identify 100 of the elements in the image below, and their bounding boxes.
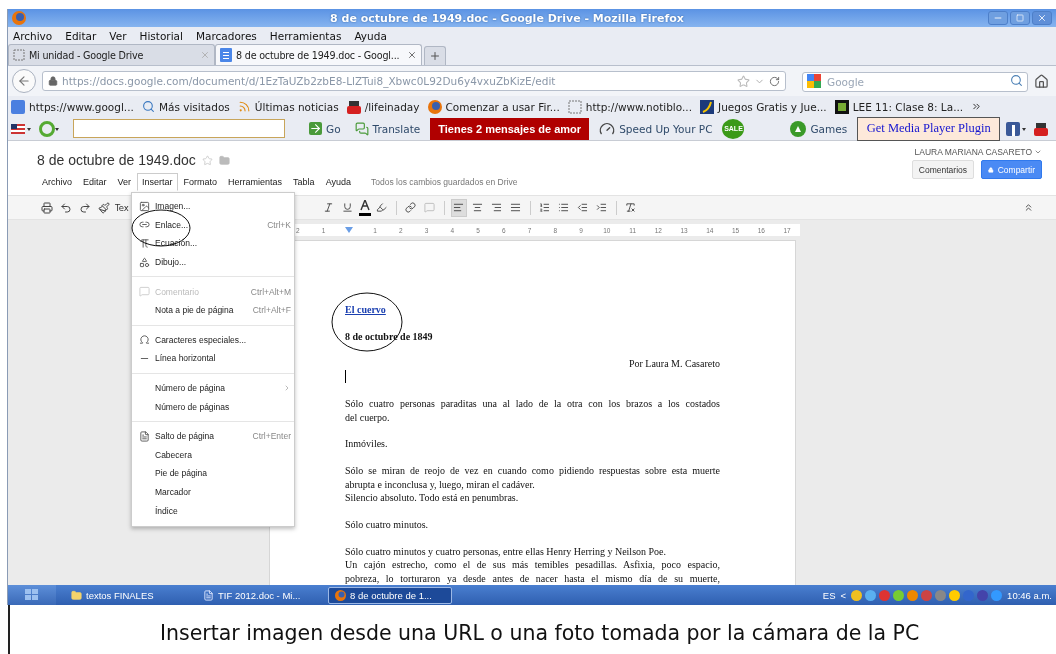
user-menu[interactable]: LAURA MARIANA CASARETO bbox=[914, 147, 1042, 157]
document-icon bbox=[203, 589, 214, 601]
search-field[interactable]: Google bbox=[802, 72, 1028, 92]
window-title: 8 de octubre de 1949.doc - Google Drive - Mozilla Firefox bbox=[329, 11, 685, 25]
italic-icon[interactable] bbox=[323, 202, 335, 213]
menu-item[interactable]: Ver bbox=[109, 29, 127, 42]
numbered-list-icon[interactable] bbox=[539, 202, 551, 213]
menu-item[interactable]: Archivo bbox=[13, 29, 53, 42]
lock-icon bbox=[988, 165, 994, 174]
print-icon[interactable] bbox=[41, 201, 53, 214]
bookmark[interactable]: LEE 11: Clase 8: La... bbox=[834, 99, 964, 114]
menu-item[interactable]: Pie de página bbox=[132, 464, 294, 483]
arrow-right-icon bbox=[309, 122, 322, 135]
shapes-icon bbox=[138, 256, 150, 268]
bookmark[interactable]: https://www.googl... bbox=[11, 99, 134, 114]
browser-tab[interactable]: Mi unidad - Google Drive bbox=[8, 44, 215, 65]
close-icon bbox=[1037, 13, 1047, 23]
taskbar-item[interactable]: 8 de octubre de 1... bbox=[328, 586, 452, 604]
close-icon[interactable] bbox=[407, 50, 417, 60]
menu-item[interactable]: Imagen... bbox=[132, 197, 294, 216]
bookmark[interactable]: http://www.notiblo... bbox=[567, 99, 693, 114]
browser-tab[interactable]: 8 de octubre de 1949.doc - Googl... bbox=[215, 44, 422, 65]
menu-item[interactable]: Marcadores bbox=[195, 29, 257, 42]
square-icon[interactable] bbox=[1006, 121, 1029, 136]
close-button[interactable] bbox=[1032, 11, 1052, 25]
toolbar-search-field[interactable] bbox=[73, 119, 285, 138]
lock-icon bbox=[48, 76, 58, 86]
star-icon[interactable] bbox=[737, 74, 750, 88]
menu-item[interactable]: Cabecera bbox=[132, 445, 294, 465]
paint-format-icon[interactable] bbox=[98, 201, 110, 214]
blank-page-icon bbox=[13, 49, 25, 61]
underline-icon[interactable] bbox=[342, 202, 354, 213]
text-color-icon[interactable] bbox=[358, 199, 371, 216]
increase-indent-icon[interactable] bbox=[596, 202, 608, 213]
start-button[interactable] bbox=[8, 585, 56, 605]
paragraph: Sólo se miran de reojo de vez en cuando como pidiendo respuestas sobre esta muerte abrupta e inconclusa y, luego, miran el cadáver. bbox=[345, 464, 720, 492]
save-status: Todos los cambios guardados en Drive bbox=[371, 177, 518, 187]
comments-button[interactable]: Comentarios bbox=[911, 160, 974, 179]
tray-icons-drawing[interactable] bbox=[851, 589, 1003, 601]
menu-item[interactable]: Dibujo... bbox=[132, 252, 294, 272]
menu-item[interactable]: Insertar bbox=[137, 173, 178, 191]
promo-button[interactable]: Tienes 2 mensajes de amor bbox=[430, 117, 590, 140]
menu-item[interactable]: Línea horizontal bbox=[132, 349, 294, 368]
menu-item[interactable]: Historial bbox=[139, 29, 183, 42]
menu-item[interactable]: Número de páginas bbox=[132, 397, 294, 416]
magnifier-icon bbox=[141, 100, 155, 113]
menu-item[interactable]: Editar bbox=[65, 29, 97, 42]
indent-marker-icon[interactable] bbox=[345, 227, 354, 233]
plugin-button[interactable]: Get Media Player Plugin bbox=[857, 116, 1001, 141]
star-icon[interactable] bbox=[201, 154, 213, 166]
menu-item[interactable]: Herramientas bbox=[269, 29, 342, 42]
go-button[interactable]: Go bbox=[305, 122, 345, 135]
menu-item[interactable]: Salto de página Ctrl+Enter bbox=[132, 426, 294, 446]
menu-item[interactable]: Nota a pie de página Ctrl+Alt+F bbox=[132, 300, 294, 320]
clear-formatting-icon[interactable] bbox=[625, 202, 637, 213]
menu-item[interactable]: Enlace... Ctrl+K bbox=[132, 215, 294, 235]
speed-up-button[interactable]: Speed Up Your PC bbox=[595, 120, 717, 137]
clock[interactable]: 10:46 a.m. bbox=[1007, 589, 1052, 601]
menu-item[interactable]: Índice bbox=[132, 501, 294, 520]
style-dropdown[interactable]: Tex bbox=[115, 202, 129, 213]
home-icon[interactable] bbox=[1034, 73, 1049, 89]
bookmark[interactable]: Juegos Gratis y Jue... bbox=[700, 99, 827, 114]
highlight-icon[interactable] bbox=[376, 202, 388, 213]
bookmark[interactable]: Comenzar a usar Fir... bbox=[427, 99, 560, 114]
bulleted-list-icon[interactable] bbox=[558, 202, 570, 213]
redo-icon[interactable] bbox=[79, 201, 91, 214]
games-button[interactable]: Games bbox=[786, 120, 852, 137]
title-link[interactable]: El cuervo bbox=[345, 303, 720, 317]
menu-item[interactable]: Número de página bbox=[132, 378, 294, 398]
byline: Por Laura M. Casareto bbox=[627, 356, 720, 371]
reload-icon[interactable] bbox=[769, 75, 780, 87]
paragraph: Sólo cuatro minutos. bbox=[345, 518, 430, 532]
menu-item[interactable]: Marcador bbox=[132, 482, 294, 502]
document-title[interactable]: 8 de octubre de 1949.doc bbox=[37, 152, 196, 168]
language-indicator[interactable]: ES bbox=[822, 589, 836, 601]
taskbar-item[interactable]: TIF 2012.doc - Mi... bbox=[196, 586, 320, 604]
comment-icon bbox=[138, 286, 150, 298]
search-icon[interactable] bbox=[1010, 74, 1023, 87]
paragraph: Inmóviles. bbox=[345, 437, 389, 451]
search-engine-icon[interactable] bbox=[807, 74, 821, 88]
menu-item[interactable]: Caracteres especiales... bbox=[132, 330, 294, 350]
bookmark[interactable]: /lifeinaday bbox=[346, 99, 420, 114]
folder-icon bbox=[71, 589, 82, 601]
chevrons-right-icon[interactable] bbox=[971, 101, 983, 112]
undo-icon[interactable] bbox=[60, 201, 72, 214]
taskbar-item[interactable]: textos FINALES bbox=[64, 586, 188, 604]
ring-logo-icon[interactable] bbox=[39, 120, 61, 137]
align-button[interactable] bbox=[450, 198, 467, 217]
paragraph: Un cajón estrecho, como el de sus más temibles pesadillas. Asfixia, poco espacio, pobreza, lo torturaron ya desde antes de nacer hasta el mismo día de su muerte, bbox=[345, 558, 720, 585]
link-icon[interactable] bbox=[405, 202, 417, 213]
flag-icon[interactable] bbox=[11, 123, 33, 134]
decrease-indent-icon[interactable] bbox=[577, 202, 589, 213]
translate-button[interactable]: Translate bbox=[350, 121, 425, 136]
menu-item[interactable]: Ayuda bbox=[354, 29, 387, 42]
video-icon[interactable] bbox=[1034, 121, 1049, 136]
minimize-button[interactable] bbox=[988, 11, 1008, 25]
bookmark[interactable]: Últimas noticias bbox=[237, 100, 339, 113]
bookmark[interactable]: Más visitados bbox=[141, 100, 230, 113]
feed-icon bbox=[237, 100, 251, 113]
expand-tray-button[interactable]: < bbox=[840, 589, 847, 601]
